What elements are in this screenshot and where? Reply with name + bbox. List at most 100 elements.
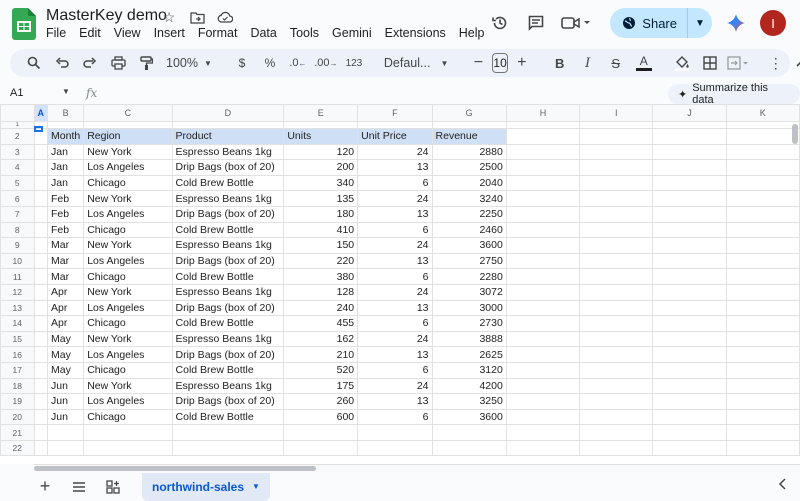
row-header[interactable]: 11	[0, 268, 35, 285]
horizontal-scroll-thumb[interactable]	[34, 466, 316, 471]
cell[interactable]: Mar	[47, 252, 85, 270]
row-header[interactable]: 8	[0, 221, 35, 239]
cell[interactable]: 380	[283, 268, 359, 285]
fill-color-icon[interactable]	[670, 51, 694, 75]
menu-tools[interactable]: Tools	[290, 26, 325, 40]
meet-icon[interactable]	[554, 7, 598, 39]
font-family-select[interactable]: Defaul... ▼	[378, 56, 454, 70]
cell[interactable]	[33, 315, 48, 332]
cell[interactable]	[579, 237, 654, 254]
cell[interactable]: 13	[357, 159, 433, 176]
cell[interactable]	[283, 439, 359, 457]
cell[interactable]	[579, 159, 654, 176]
column-header-g[interactable]: G	[431, 104, 507, 122]
italic-icon[interactable]: I	[576, 51, 600, 75]
cell[interactable]	[725, 221, 800, 239]
cell[interactable]: Product	[171, 128, 285, 145]
cell[interactable]: Chicago	[83, 315, 173, 332]
row-header[interactable]: 10	[0, 252, 35, 270]
cell[interactable]: Los Angeles	[83, 393, 173, 410]
sheets-logo-icon[interactable]	[12, 8, 36, 40]
cell[interactable]: 3072	[431, 283, 507, 301]
cell[interactable]: 220	[283, 252, 359, 270]
cell[interactable]	[283, 121, 359, 129]
paint-format-icon[interactable]	[134, 51, 158, 75]
cell[interactable]	[505, 330, 581, 348]
cell[interactable]: 2460	[431, 221, 507, 239]
increase-font-size-icon[interactable]: +	[510, 51, 534, 75]
cell[interactable]	[652, 377, 727, 395]
row-header[interactable]: 19	[0, 393, 35, 410]
cell[interactable]	[357, 424, 433, 441]
cell[interactable]	[579, 346, 654, 363]
cell[interactable]: 3240	[431, 190, 507, 207]
row-header[interactable]: 12	[0, 283, 35, 301]
add-sheet-icon[interactable]: +	[30, 473, 60, 501]
cell[interactable]	[652, 159, 727, 176]
cell[interactable]: Jan	[47, 143, 85, 161]
cell[interactable]: Drip Bags (box of 20)	[171, 205, 285, 223]
share-button[interactable]: Share ▼	[610, 8, 712, 38]
selected-cell-a1[interactable]	[34, 126, 43, 132]
row-header[interactable]: 4	[0, 159, 35, 176]
cell[interactable]: Espresso Beans 1kg	[171, 377, 285, 395]
cell[interactable]	[33, 408, 48, 426]
cell[interactable]: Los Angeles	[83, 159, 173, 176]
cell[interactable]	[579, 393, 654, 410]
currency-format-button[interactable]: $	[230, 51, 254, 75]
cell[interactable]	[652, 174, 727, 192]
summarize-data-button[interactable]: ✦ Summarize this data	[668, 82, 800, 106]
cell[interactable]: Cold Brew Bottle	[171, 174, 285, 192]
cell[interactable]	[505, 128, 581, 145]
cell[interactable]: Feb	[47, 205, 85, 223]
cell[interactable]: Units	[283, 128, 359, 145]
row-header[interactable]: 7	[0, 205, 35, 223]
column-header-d[interactable]: D	[171, 104, 285, 122]
cell[interactable]	[505, 121, 581, 129]
cell[interactable]	[725, 283, 800, 301]
cell[interactable]: Los Angeles	[83, 252, 173, 270]
cell[interactable]: 340	[283, 174, 359, 192]
cloud-status-icon[interactable]	[216, 8, 234, 26]
cell[interactable]: 2750	[431, 252, 507, 270]
cell[interactable]: 13	[357, 346, 433, 363]
cell[interactable]: Cold Brew Bottle	[171, 315, 285, 332]
cell[interactable]	[83, 424, 173, 441]
cell[interactable]	[47, 424, 85, 441]
cell[interactable]: 24	[357, 283, 433, 301]
cell[interactable]	[579, 121, 654, 129]
column-header-c[interactable]: C	[83, 104, 173, 122]
cell[interactable]: Region	[83, 128, 173, 145]
cell[interactable]: 410	[283, 221, 359, 239]
cell[interactable]: Jun	[47, 408, 85, 426]
cell[interactable]	[505, 299, 581, 317]
cell[interactable]	[725, 268, 800, 285]
cell[interactable]	[505, 424, 581, 441]
all-sheets-icon[interactable]	[64, 473, 94, 501]
cell[interactable]	[33, 221, 48, 239]
cell[interactable]	[357, 439, 433, 457]
name-box[interactable]: A1	[10, 87, 23, 99]
share-dropdown-icon[interactable]: ▼	[688, 8, 712, 38]
cell[interactable]: 240	[283, 299, 359, 317]
cell[interactable]	[725, 252, 800, 270]
cell[interactable]: 13	[357, 299, 433, 317]
cell[interactable]	[579, 361, 654, 379]
cell[interactable]	[579, 128, 654, 145]
cell[interactable]	[652, 143, 727, 161]
cell[interactable]: Chicago	[83, 268, 173, 285]
cell[interactable]: 3600	[431, 408, 507, 426]
borders-icon[interactable]	[698, 51, 722, 75]
cell[interactable]: 180	[283, 205, 359, 223]
cell[interactable]: 2040	[431, 174, 507, 192]
font-size-input[interactable]: 10	[492, 53, 508, 73]
cell[interactable]: Apr	[47, 299, 85, 317]
cell[interactable]	[725, 205, 800, 223]
cell[interactable]: 2880	[431, 143, 507, 161]
cell[interactable]: Jun	[47, 393, 85, 410]
cell[interactable]	[33, 346, 48, 363]
cell[interactable]	[652, 393, 727, 410]
cell[interactable]	[431, 439, 507, 457]
vertical-scrollbar[interactable]	[792, 124, 798, 144]
cell[interactable]	[505, 237, 581, 254]
